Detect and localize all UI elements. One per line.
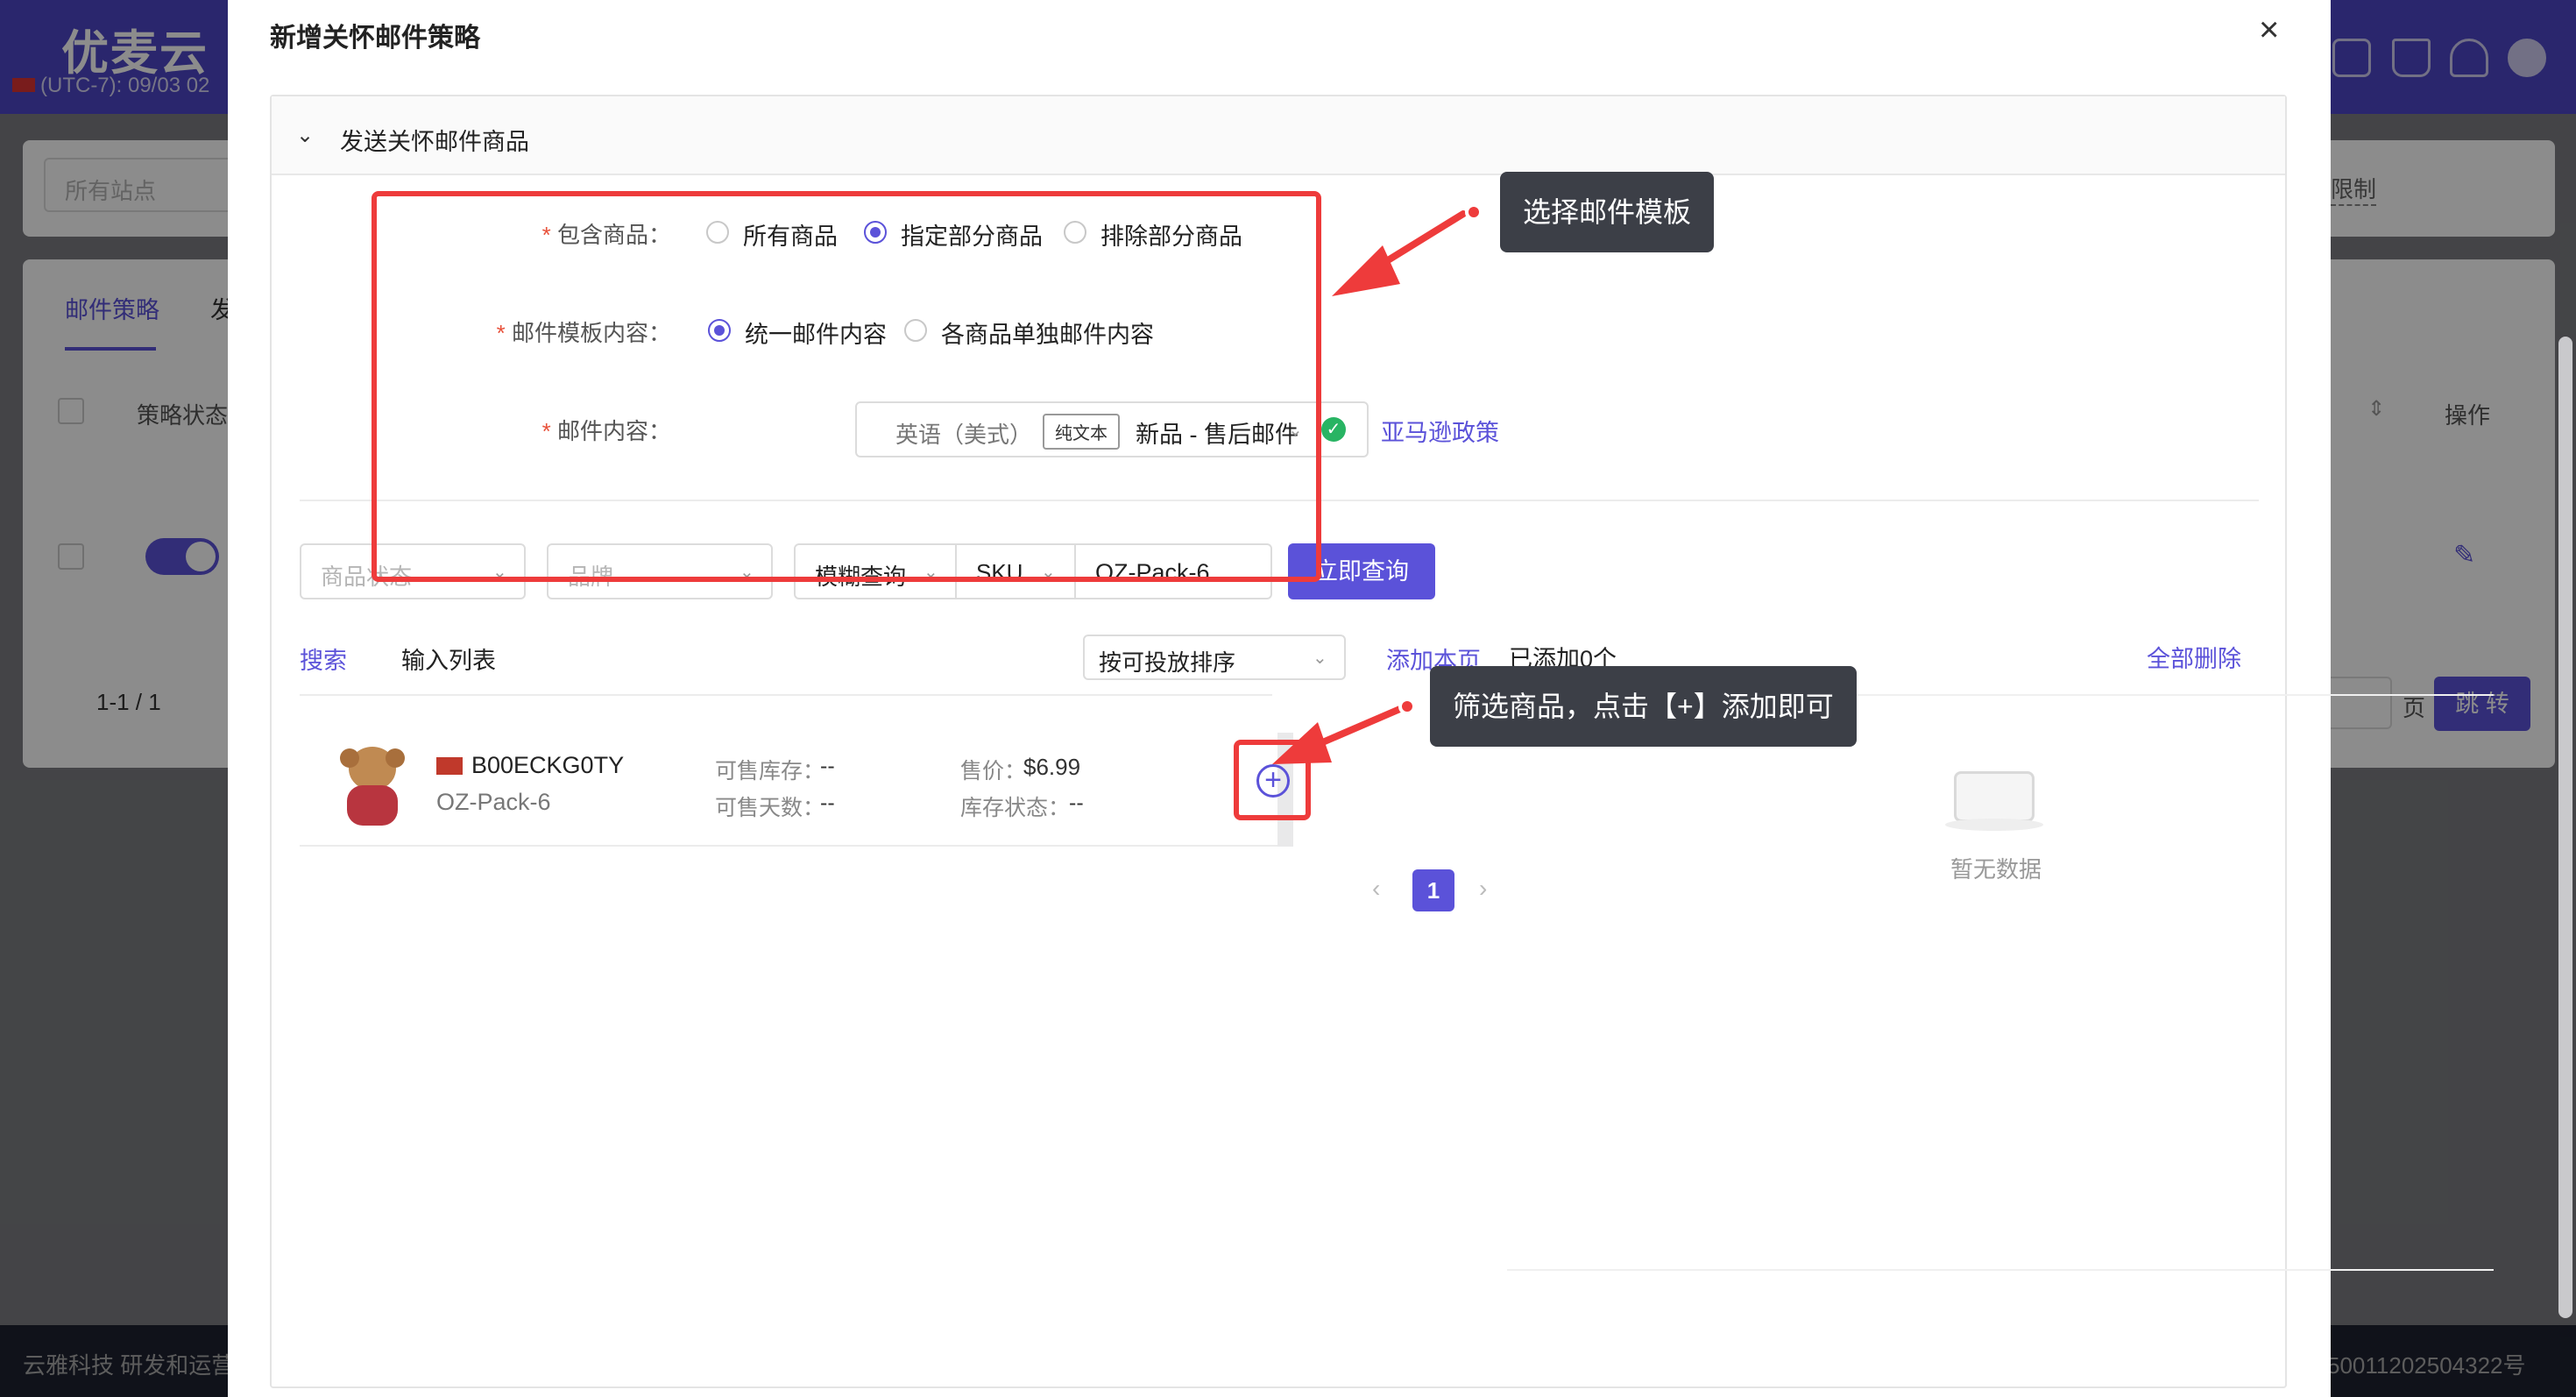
callout-dot bbox=[1398, 698, 1416, 715]
callout-add-product: 筛选商品，点击【+】添加即可 bbox=[1430, 666, 1857, 747]
callout-dot bbox=[1465, 203, 1483, 221]
arrow-to-template-form bbox=[1332, 210, 1467, 296]
annotation-arrows bbox=[1272, 210, 1467, 764]
arrow-to-add-button bbox=[1272, 705, 1405, 764]
callout-select-template: 选择邮件模板 bbox=[1500, 172, 1715, 252]
